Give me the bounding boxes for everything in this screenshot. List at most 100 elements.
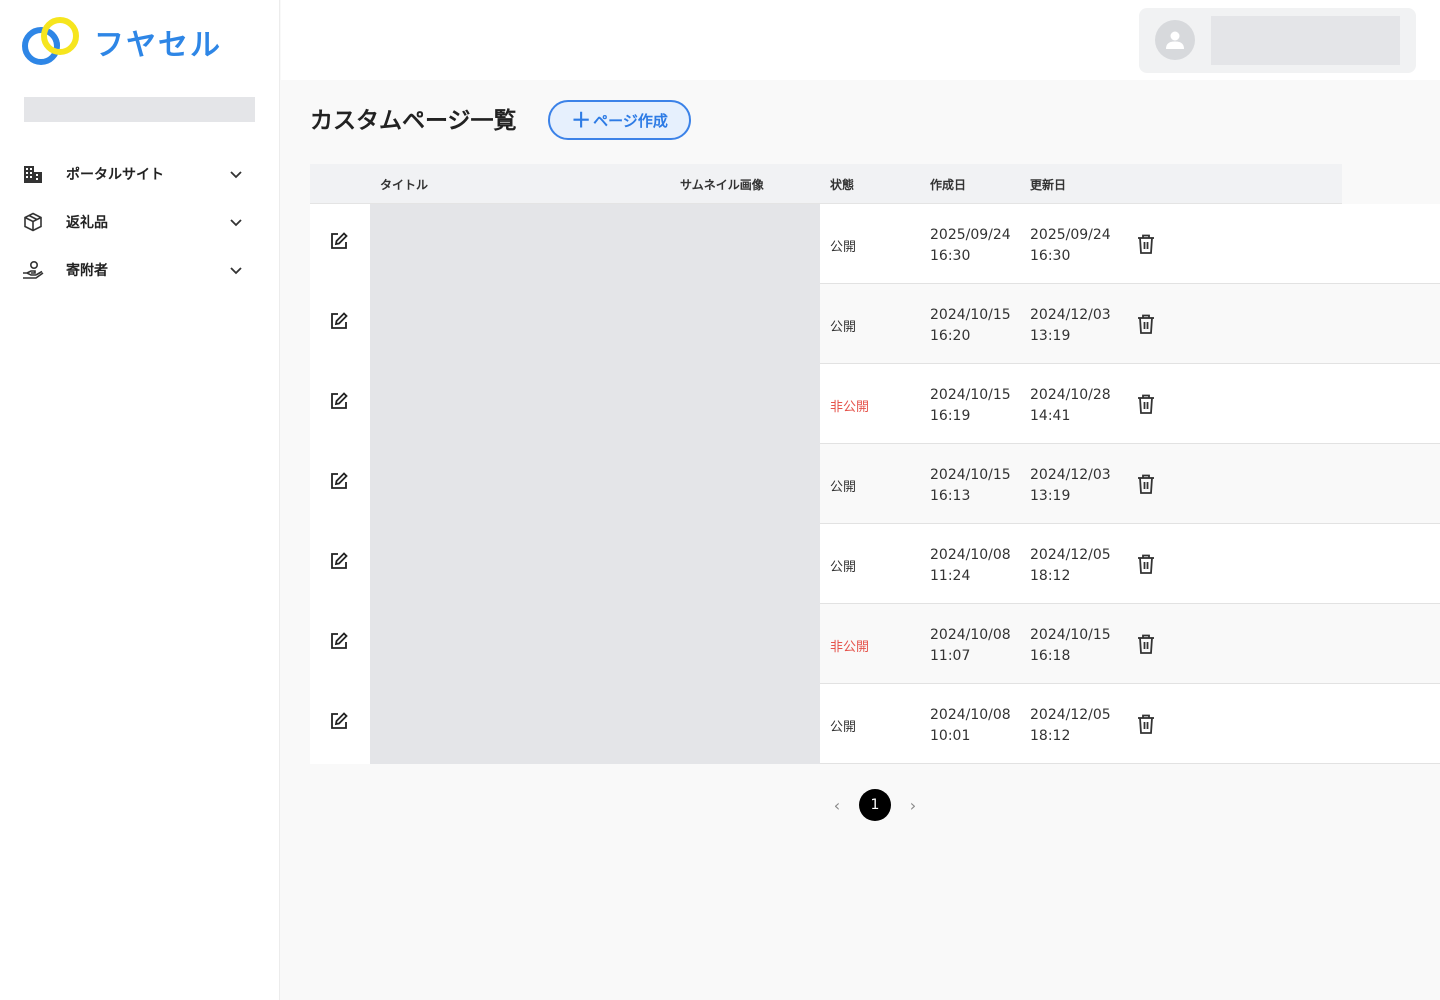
updated-time: 13:19 xyxy=(1030,328,1071,344)
created-time: 10:01 xyxy=(930,728,971,744)
delete-button[interactable] xyxy=(1136,633,1156,655)
updated-date: 2024/12/03 xyxy=(1030,307,1111,323)
created-time: 11:07 xyxy=(930,648,971,664)
updated-datetime: 2024/12/05 18:12 xyxy=(1030,705,1122,747)
title-thumbnail-redacted xyxy=(370,204,820,764)
edit-button[interactable] xyxy=(310,444,370,524)
header-title: タイトル xyxy=(380,178,429,192)
created-time: 16:30 xyxy=(930,248,971,264)
sidebar-item-donors[interactable]: 寄附者 xyxy=(22,246,252,294)
trash-icon xyxy=(1138,634,1154,654)
chevron-down-icon xyxy=(230,267,242,275)
sidebar-item-gifts[interactable]: 返礼品 xyxy=(22,198,252,246)
edit-button[interactable] xyxy=(310,524,370,604)
created-date: 2024/10/08 xyxy=(930,547,1011,563)
chevron-down-icon xyxy=(230,219,242,227)
sidebar-item-label: 寄附者 xyxy=(66,263,108,279)
edit-button[interactable] xyxy=(310,684,370,764)
created-date: 2024/10/08 xyxy=(930,707,1011,723)
edit-button[interactable] xyxy=(310,204,370,284)
updated-datetime: 2024/12/03 13:19 xyxy=(1030,305,1122,347)
updated-datetime: 2024/10/28 14:41 xyxy=(1030,385,1122,427)
pagination: ‹ 1 › xyxy=(820,788,930,822)
delete-button[interactable] xyxy=(1136,473,1156,495)
logo-rings-icon xyxy=(22,17,79,65)
created-time: 16:20 xyxy=(930,328,971,344)
created-date: 2024/10/15 xyxy=(930,307,1011,323)
building-icon xyxy=(22,163,44,185)
status-badge: 非公開 xyxy=(830,640,870,655)
updated-time: 14:41 xyxy=(1030,408,1071,424)
status-badge: 公開 xyxy=(830,480,857,495)
header-created: 作成日 xyxy=(930,178,967,192)
page-number-current[interactable]: 1 xyxy=(859,789,891,821)
created-datetime: 2024/10/15 16:13 xyxy=(930,465,1022,507)
delete-button[interactable] xyxy=(1136,233,1156,255)
hand-person-icon xyxy=(22,259,44,281)
updated-time: 13:19 xyxy=(1030,488,1071,504)
updated-time: 16:18 xyxy=(1030,648,1071,664)
delete-button[interactable] xyxy=(1136,553,1156,575)
created-date: 2024/10/08 xyxy=(930,627,1011,643)
edit-icon xyxy=(331,712,348,729)
created-datetime: 2024/10/15 16:20 xyxy=(930,305,1022,347)
created-time: 11:24 xyxy=(930,568,971,584)
page-title: カスタムページ一覧 xyxy=(310,108,517,134)
table-header: タイトル サムネイル画像 状態 作成日 更新日 xyxy=(310,164,1342,204)
created-datetime: 2024/10/08 11:24 xyxy=(930,545,1022,587)
user-name-redacted xyxy=(1211,16,1400,65)
status-badge: 公開 xyxy=(830,320,857,335)
edit-button[interactable] xyxy=(310,364,370,444)
updated-datetime: 2024/12/03 13:19 xyxy=(1030,465,1122,507)
delete-button[interactable] xyxy=(1136,713,1156,735)
edit-icon xyxy=(331,472,348,489)
logo[interactable]: フヤセル xyxy=(22,16,222,68)
created-datetime: 2024/10/08 10:01 xyxy=(930,705,1022,747)
chevron-down-icon xyxy=(230,171,242,179)
updated-date: 2024/10/28 xyxy=(1030,387,1111,403)
edit-button[interactable] xyxy=(310,284,370,364)
edit-icon xyxy=(331,232,348,249)
updated-time: 18:12 xyxy=(1030,728,1071,744)
status-badge: 公開 xyxy=(830,240,857,255)
created-date: 2024/10/15 xyxy=(930,467,1011,483)
trash-icon xyxy=(1138,714,1154,734)
prev-page-button[interactable]: ‹ xyxy=(820,788,854,822)
trash-icon xyxy=(1138,554,1154,574)
delete-button[interactable] xyxy=(1136,313,1156,335)
edit-button[interactable] xyxy=(310,604,370,684)
sidebar-item-label: ポータルサイト xyxy=(66,167,164,183)
delete-button[interactable] xyxy=(1136,393,1156,415)
sidebar-nav: ポータルサイト 返礼品 寄附者 xyxy=(22,150,252,294)
box-icon xyxy=(22,211,44,233)
create-page-label: ページ作成 xyxy=(593,111,668,130)
created-time: 16:19 xyxy=(930,408,971,424)
updated-date: 2024/12/03 xyxy=(1030,467,1111,483)
updated-date: 2024/12/05 xyxy=(1030,707,1111,723)
updated-date: 2024/10/15 xyxy=(1030,627,1111,643)
sidebar-item-label: 返礼品 xyxy=(66,215,108,231)
user-icon xyxy=(1166,31,1184,49)
trash-icon xyxy=(1138,394,1154,414)
updated-time: 18:12 xyxy=(1030,568,1071,584)
sidebar-item-portal-site[interactable]: ポータルサイト xyxy=(22,150,252,198)
updated-date: 2025/09/24 xyxy=(1030,227,1111,243)
edit-icon xyxy=(331,552,348,569)
create-page-button[interactable]: ＋ ページ作成 xyxy=(548,100,691,140)
header-thumbnail: サムネイル画像 xyxy=(680,178,764,192)
created-time: 16:13 xyxy=(930,488,971,504)
trash-icon xyxy=(1138,474,1154,494)
next-page-button[interactable]: › xyxy=(896,788,930,822)
status-badge: 非公開 xyxy=(830,400,870,415)
updated-datetime: 2024/10/15 16:18 xyxy=(1030,625,1122,667)
user-menu[interactable] xyxy=(1139,8,1416,73)
updated-datetime: 2025/09/24 16:30 xyxy=(1030,225,1122,267)
logo-text: フヤセル xyxy=(94,28,222,63)
status-badge: 公開 xyxy=(830,560,857,575)
trash-icon xyxy=(1138,314,1154,334)
header-status: 状態 xyxy=(830,178,855,192)
header-updated: 更新日 xyxy=(1030,178,1067,192)
created-date: 2025/09/24 xyxy=(930,227,1011,243)
updated-time: 16:30 xyxy=(1030,248,1071,264)
created-datetime: 2024/10/08 11:07 xyxy=(930,625,1022,667)
